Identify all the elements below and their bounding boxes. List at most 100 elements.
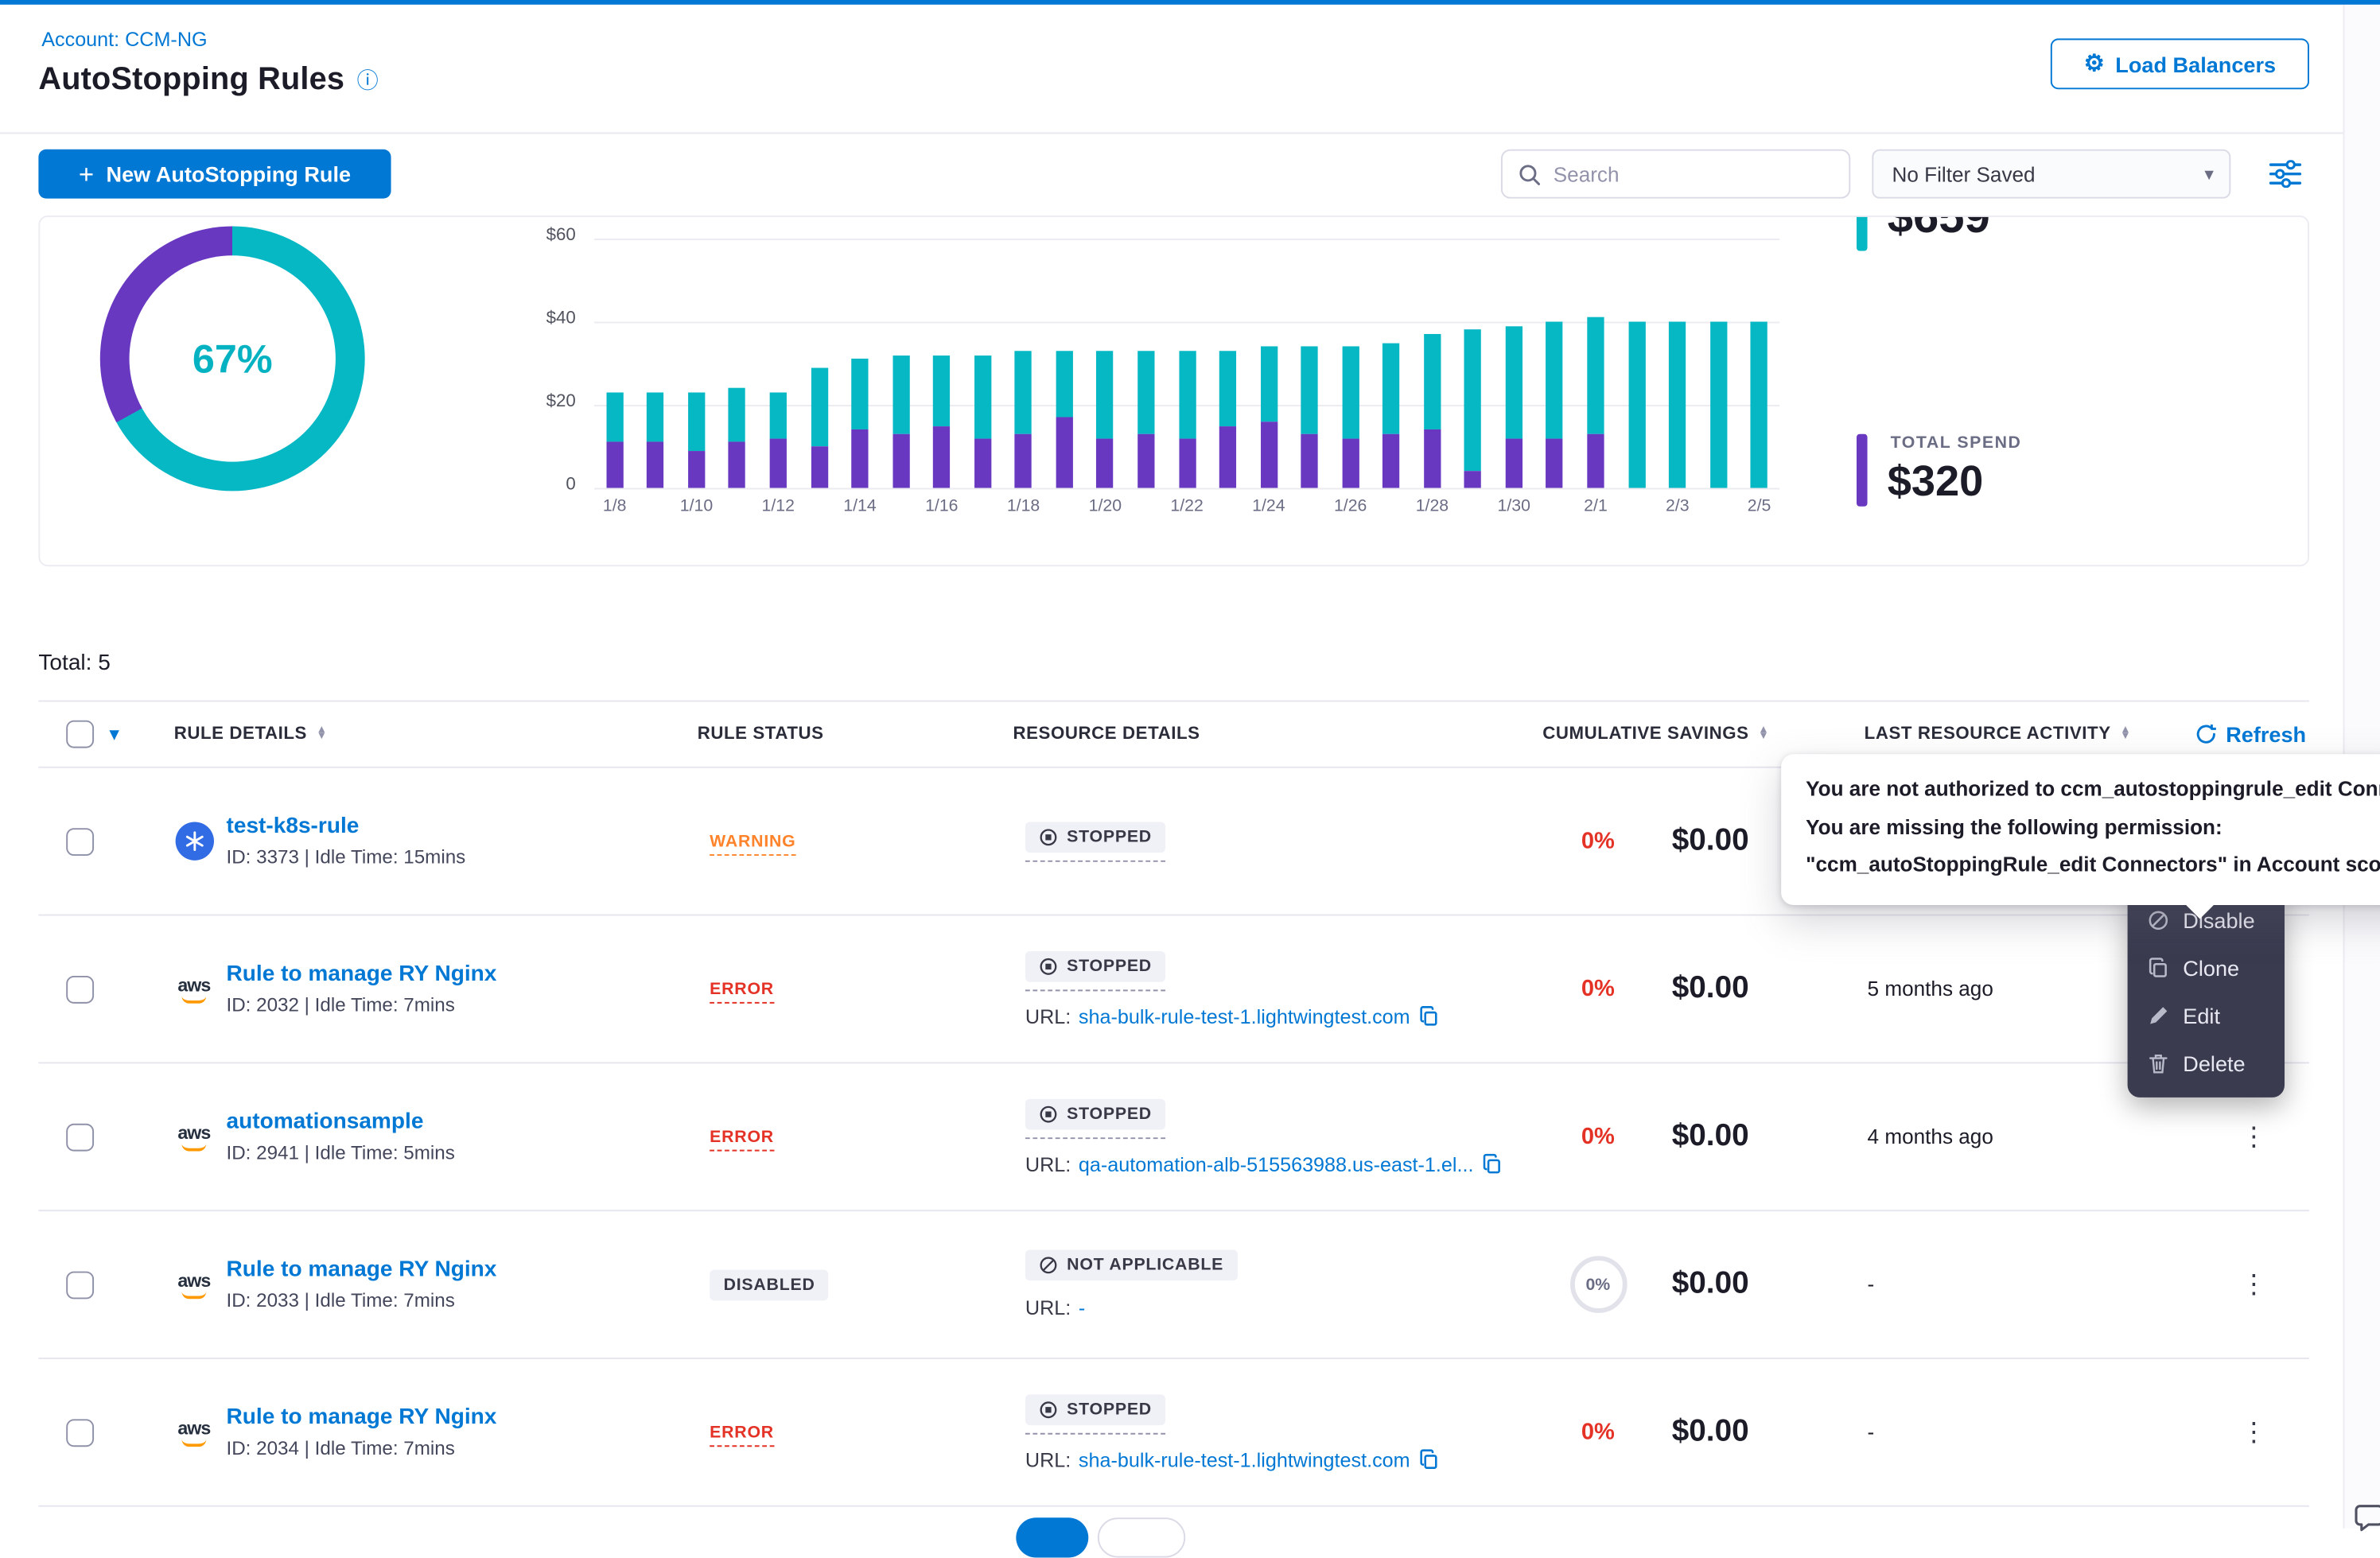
x-axis-label: 2/5 bbox=[1748, 497, 1771, 515]
account-breadcrumb[interactable]: Account: CCM-NG bbox=[41, 28, 207, 51]
row-menu-icon[interactable]: ⋮ bbox=[2231, 1413, 2276, 1451]
sort-icon[interactable]: ▲▼ bbox=[2120, 728, 2131, 740]
last-activity: 4 months ago bbox=[1865, 1125, 2199, 1148]
table-row: aws Rule to manage RY Nginx ID: 2033 | I… bbox=[38, 1211, 2309, 1359]
top-accent-bar bbox=[0, 0, 2380, 5]
search-input[interactable] bbox=[1554, 162, 1834, 185]
row-menu-icon[interactable]: ⋮ bbox=[2231, 1265, 2276, 1304]
header-divider bbox=[0, 132, 2343, 134]
new-autostopping-rule-button[interactable]: + New AutoStopping Rule bbox=[38, 150, 391, 199]
load-balancers-button[interactable]: ⚙ Load Balancers bbox=[2051, 38, 2309, 89]
x-axis-label: 1/12 bbox=[762, 497, 795, 515]
stacked-bar bbox=[1587, 317, 1604, 488]
last-activity: - bbox=[1865, 1273, 2199, 1296]
stopped-icon bbox=[1039, 827, 1057, 845]
copy-icon[interactable] bbox=[1418, 1448, 1439, 1470]
x-axis-label: 1/24 bbox=[1252, 497, 1285, 515]
stopped-icon bbox=[1039, 957, 1057, 975]
savings-percent: 0% bbox=[1581, 828, 1615, 854]
stacked-bar bbox=[1546, 322, 1563, 488]
sort-icon[interactable]: ▲▼ bbox=[317, 728, 328, 740]
kubernetes-icon bbox=[174, 821, 214, 861]
select-all-checkbox[interactable] bbox=[66, 721, 94, 748]
x-axis-label: 1/14 bbox=[843, 497, 876, 515]
aws-icon: aws bbox=[174, 1265, 214, 1304]
url-label: URL: bbox=[1025, 1296, 1071, 1319]
resource-state-badge[interactable]: STOPPED bbox=[1025, 950, 1165, 990]
savings-accent-bar bbox=[1857, 216, 1868, 251]
rule-meta: ID: 2033 | Idle Time: 7mins bbox=[226, 1290, 496, 1311]
resource-url-link[interactable]: - bbox=[1079, 1296, 1085, 1319]
row-checkbox[interactable] bbox=[66, 1418, 94, 1446]
savings-amount: $0.00 bbox=[1672, 971, 1749, 1007]
stacked-bar bbox=[1015, 351, 1032, 488]
menu-item-edit[interactable]: Edit bbox=[2128, 991, 2285, 1039]
status-badge[interactable]: WARNING bbox=[710, 833, 795, 856]
sort-icon[interactable]: ▲▼ bbox=[1758, 728, 1769, 740]
status-badge[interactable]: ERROR bbox=[710, 1129, 774, 1152]
rule-name-link[interactable]: Rule to manage RY Nginx bbox=[226, 1257, 496, 1282]
y-axis-tick: $60 bbox=[502, 226, 576, 244]
select-menu-chevron-icon[interactable]: ▾ bbox=[109, 722, 119, 747]
search-box bbox=[1501, 150, 1850, 199]
savings-amount: $0.00 bbox=[1672, 1267, 1749, 1303]
stacked-bar bbox=[851, 359, 868, 488]
table-row: aws Rule to manage RY Nginx ID: 2034 | I… bbox=[38, 1359, 2309, 1507]
stacked-bar bbox=[688, 392, 705, 488]
total-spend-value: $320 bbox=[1888, 457, 1984, 507]
row-checkbox[interactable] bbox=[66, 975, 94, 1003]
aws-icon: aws bbox=[174, 1117, 214, 1156]
delete-icon bbox=[2148, 1052, 2169, 1074]
resource-url-link[interactable]: sha-bulk-rule-test-1.lightwingtest.com bbox=[1079, 1004, 1410, 1028]
resource-state-badge[interactable]: STOPPED bbox=[1025, 821, 1165, 861]
donut-chart: 67% bbox=[100, 226, 365, 491]
row-menu-icon[interactable]: ⋮ bbox=[2231, 1117, 2276, 1156]
col-rule-status: RULE STATUS bbox=[698, 725, 824, 744]
clone-icon bbox=[2148, 957, 2169, 978]
rule-name-link[interactable]: Rule to manage RY Nginx bbox=[226, 962, 496, 987]
menu-item-delete[interactable]: Delete bbox=[2128, 1039, 2285, 1086]
stacked-bar bbox=[1424, 334, 1441, 488]
info-icon[interactable]: ⓘ bbox=[357, 69, 379, 91]
stacked-bar bbox=[1669, 321, 1686, 488]
summary-chart-card: 67% $60 $40 $20 0 1/81/101/121/141/161/1… bbox=[38, 216, 2309, 566]
row-checkbox[interactable] bbox=[66, 1271, 94, 1299]
copy-icon[interactable] bbox=[1418, 1005, 1439, 1027]
resource-state-badge[interactable]: STOPPED bbox=[1025, 1393, 1165, 1433]
pagination-current-page[interactable] bbox=[1016, 1517, 1088, 1557]
col-cumulative-savings: CUMULATIVE SAVINGS bbox=[1542, 725, 1748, 744]
saved-filter-dropdown[interactable]: No Filter Saved ▾ bbox=[1872, 150, 2230, 199]
tooltip-line: You are not authorized to ccm_autostoppi… bbox=[1806, 771, 2380, 809]
row-checkbox[interactable] bbox=[66, 827, 94, 855]
pagination-next-page[interactable] bbox=[1098, 1517, 1185, 1557]
resource-state-badge[interactable]: NOT APPLICABLE bbox=[1025, 1249, 1238, 1282]
filter-panel-icon[interactable] bbox=[2269, 160, 2302, 196]
resource-url-link[interactable]: sha-bulk-rule-test-1.lightwingtest.com bbox=[1079, 1447, 1410, 1471]
plus-icon: + bbox=[79, 161, 94, 187]
resource-state-badge[interactable]: STOPPED bbox=[1025, 1098, 1165, 1138]
stacked-bar bbox=[1464, 330, 1481, 488]
chevron-down-icon: ▾ bbox=[2204, 163, 2214, 185]
chat-help-icon[interactable] bbox=[2352, 1502, 2380, 1542]
resource-url-link[interactable]: qa-automation-alb-515563988.us-east-1.el… bbox=[1079, 1152, 1474, 1175]
status-badge[interactable]: ERROR bbox=[710, 1424, 774, 1447]
total-spend-label: TOTAL SPEND bbox=[1891, 434, 2022, 453]
rule-meta: ID: 2034 | Idle Time: 7mins bbox=[226, 1438, 496, 1459]
rule-name-link[interactable]: Rule to manage RY Nginx bbox=[226, 1405, 496, 1430]
menu-item-clone[interactable]: Clone bbox=[2128, 943, 2285, 991]
status-badge[interactable]: DISABLED bbox=[710, 1269, 829, 1300]
stacked-bar bbox=[1342, 347, 1359, 488]
savings-percent: 0% bbox=[1581, 1419, 1615, 1445]
savings-percent: 0% bbox=[1581, 1124, 1615, 1150]
rule-name-link[interactable]: automationsample bbox=[226, 1109, 454, 1134]
stacked-bar bbox=[933, 355, 950, 488]
status-badge[interactable]: ERROR bbox=[710, 981, 774, 1004]
refresh-button[interactable]: Refresh bbox=[2195, 722, 2308, 747]
disable-icon bbox=[2148, 909, 2169, 931]
copy-icon[interactable] bbox=[1481, 1153, 1503, 1175]
stacked-bar bbox=[1138, 351, 1154, 488]
rule-name-link[interactable]: test-k8s-rule bbox=[226, 814, 465, 839]
x-axis-label: 1/30 bbox=[1497, 497, 1530, 515]
table-row: aws automationsample ID: 2941 | Idle Tim… bbox=[38, 1063, 2309, 1211]
row-checkbox[interactable] bbox=[66, 1123, 94, 1151]
